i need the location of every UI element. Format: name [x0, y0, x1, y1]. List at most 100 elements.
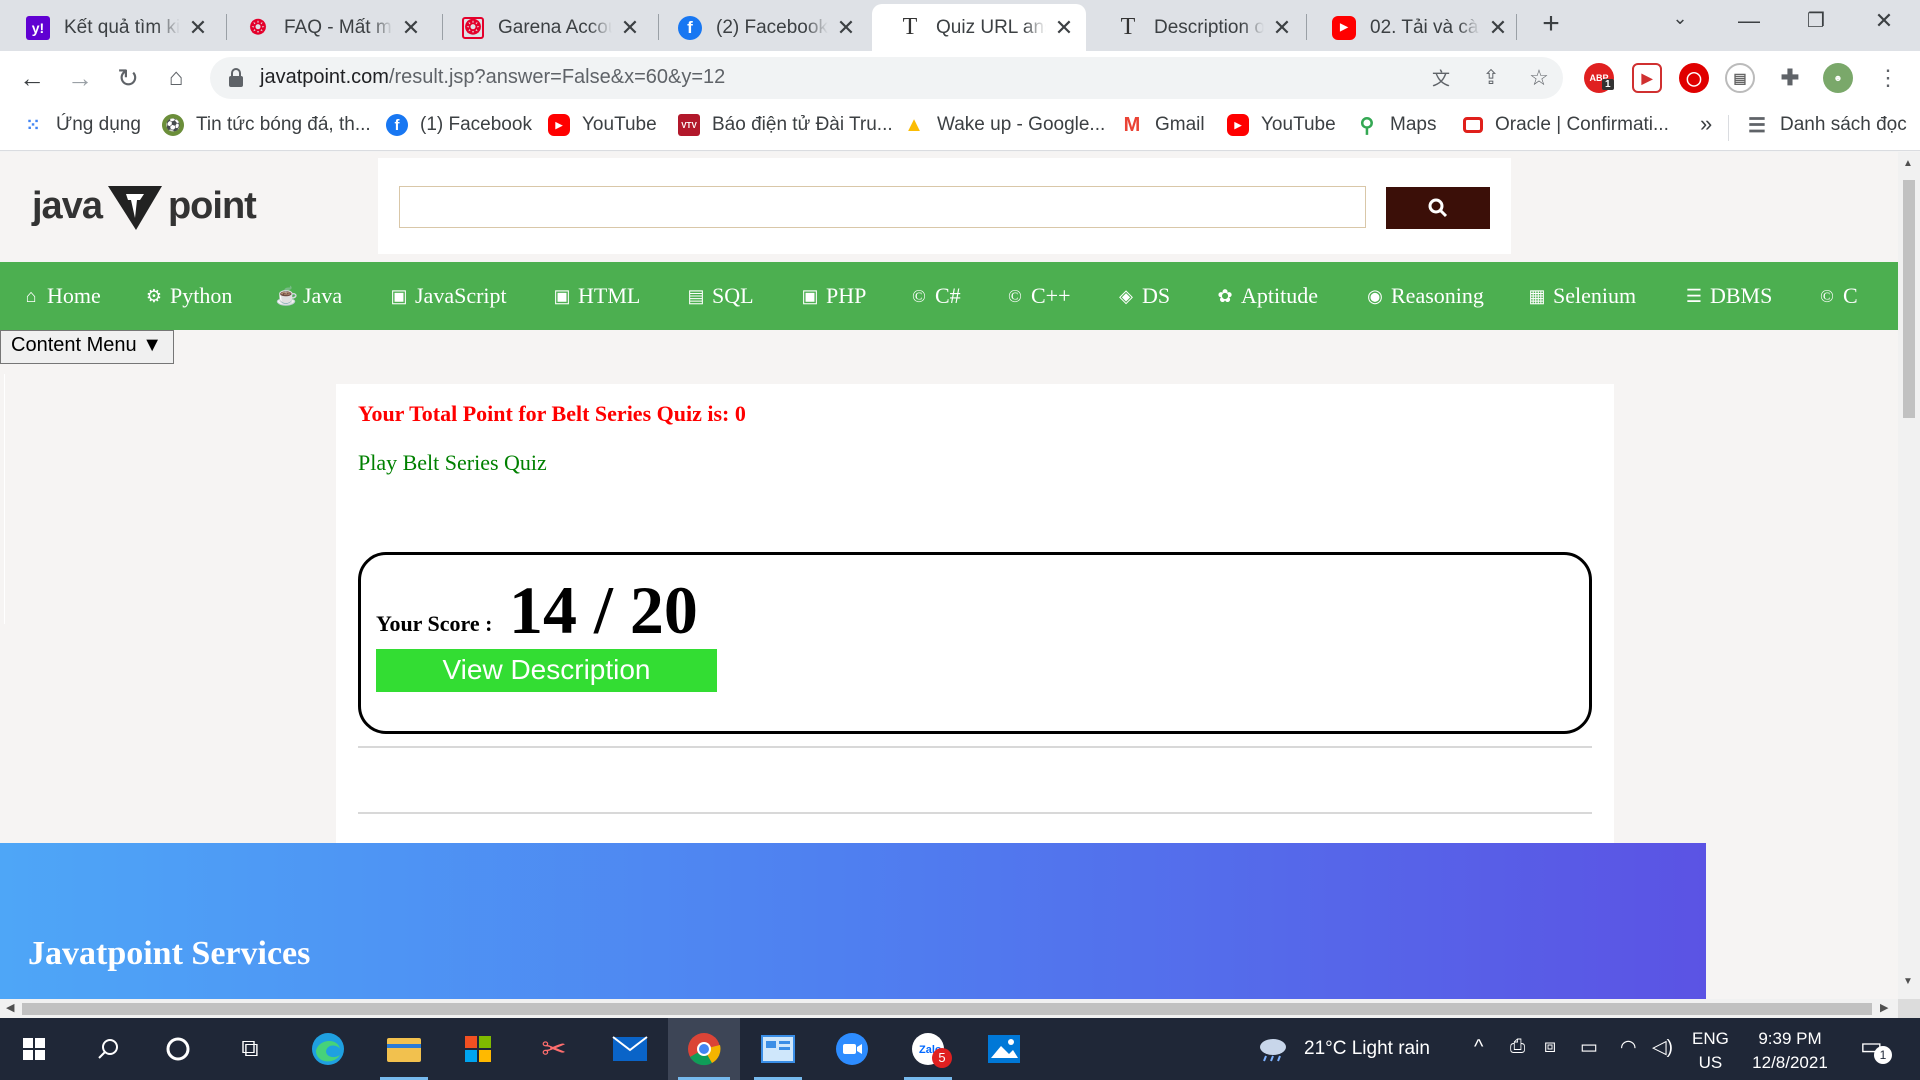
bookmark-apps[interactable]: ⁙ Ứng dụng [22, 114, 140, 136]
nav-cpp[interactable]: © C++ [1006, 262, 1070, 330]
scroll-left-icon[interactable]: ◀ [6, 1001, 14, 1014]
play-quiz-link[interactable]: Play Belt Series Quiz [358, 450, 547, 476]
chrome-taskbar-icon[interactable] [668, 1018, 740, 1080]
nav-ds[interactable]: ◈ DS [1117, 262, 1170, 330]
bookmark-google-drive[interactable]: ▲ Wake up - Google... [903, 114, 1105, 136]
extensions-puzzle-icon[interactable]: ✚ [1775, 63, 1805, 93]
search-input[interactable] [399, 186, 1366, 228]
back-icon[interactable]: ← [16, 62, 48, 94]
zoom-icon[interactable] [818, 1018, 886, 1080]
bookmark-news[interactable]: ⚽ Tin tức bóng đá, th... [162, 114, 371, 136]
bookmark-vtv[interactable]: VTV Báo điện tử Đài Tru... [678, 114, 893, 136]
start-button[interactable] [0, 1018, 68, 1080]
notification-badge: 1 [1874, 1046, 1892, 1064]
weather-widget[interactable]: 21°C Light rain [1256, 1018, 1430, 1080]
tab-faq[interactable]: ❂ FAQ - Mất mật khẩu ✕ [220, 4, 433, 51]
search-button[interactable] [1386, 187, 1490, 229]
notification-center-icon[interactable]: ▭ 1 [1860, 1032, 1892, 1064]
nav-dbms[interactable]: ☰ DBMS [1685, 262, 1772, 330]
nav-csharp[interactable]: © C# [910, 262, 961, 330]
site-logo[interactable]: java point [32, 180, 257, 232]
bookmark-gmail[interactable]: M Gmail [1121, 114, 1205, 136]
bookmark-maps[interactable]: ⚲ Maps [1356, 114, 1437, 137]
window-close-icon[interactable]: ✕ [1864, 8, 1904, 34]
new-tab-button[interactable]: + [1536, 9, 1566, 40]
task-view-icon[interactable]: ⧉ [216, 1018, 284, 1080]
mail-icon[interactable] [596, 1018, 664, 1080]
photos-icon[interactable] [970, 1018, 1038, 1080]
nav-c[interactable]: © C [1818, 262, 1858, 330]
control-panel-icon[interactable] [744, 1018, 812, 1080]
bookmark-facebook[interactable]: f (1) Facebook [386, 114, 532, 136]
close-icon[interactable]: ✕ [834, 15, 858, 41]
file-explorer-icon[interactable] [370, 1018, 438, 1080]
nav-home[interactable]: ⌂ Home [22, 262, 101, 330]
ublock-icon[interactable]: ◯ [1679, 63, 1709, 93]
nav-html[interactable]: ▣ HTML [553, 262, 640, 330]
reload-icon[interactable]: ↻ [112, 62, 144, 94]
close-icon[interactable]: ✕ [1270, 15, 1294, 41]
microsoft-store-icon[interactable] [444, 1018, 512, 1080]
nav-php[interactable]: ▣ PHP [801, 262, 866, 330]
adblock-icon[interactable]: ABP 1 [1584, 63, 1614, 93]
cortana-icon[interactable] [144, 1018, 212, 1080]
tab-yahoo[interactable]: y! Kết quả tìm kiếm ✕ [0, 4, 220, 51]
scroll-up-icon[interactable]: ▲ [1903, 158, 1913, 169]
meet-now-icon[interactable]: ⎙ [1510, 1036, 1525, 1058]
close-icon[interactable]: ✕ [186, 15, 210, 41]
wifi-icon[interactable]: ◠ [1620, 1036, 1637, 1059]
tab-search-icon[interactable]: ⌄ [1660, 8, 1700, 29]
nav-sql[interactable]: ▤ SQL [687, 262, 753, 330]
vertical-scrollbar[interactable]: ▲ ▼ [1898, 152, 1920, 999]
nav-javascript[interactable]: ▣ JavaScript [390, 262, 506, 330]
zalo-icon[interactable]: Zalo 5 [894, 1018, 962, 1080]
show-hidden-icons[interactable]: ^ [1474, 1036, 1483, 1059]
close-icon[interactable]: ✕ [1486, 15, 1510, 41]
nav-reasoning[interactable]: ◉ Reasoning [1366, 262, 1484, 330]
horizontal-scrollbar[interactable]: ◀ ▶ [0, 999, 1898, 1018]
scroll-down-icon[interactable]: ▼ [1903, 976, 1913, 987]
tab-garena[interactable]: ❂ Garena Account ✕ [436, 4, 652, 51]
battery-icon[interactable]: ▭ [1580, 1036, 1598, 1059]
bookmark-youtube[interactable]: ▶ YouTube [548, 114, 657, 136]
restore-icon[interactable]: ❐ [1796, 8, 1836, 33]
tab-youtube[interactable]: ▶ 02. Tải và cài đặt ✕ [1306, 4, 1520, 51]
snipping-tool-icon[interactable]: ✂ [520, 1018, 588, 1080]
tab-description[interactable]: T Description of Quiz ✕ [1090, 4, 1304, 51]
tab-quiz-url-answer[interactable]: T Quiz URL answer ✕ [872, 4, 1086, 51]
scroll-right-icon[interactable]: ▶ [1880, 1001, 1888, 1014]
forward-icon[interactable]: → [64, 62, 96, 94]
home-icon[interactable]: ⌂ [160, 62, 192, 94]
bookmark-star-icon[interactable]: ☆ [1526, 65, 1552, 91]
address-bar[interactable]: javatpoint.com/result.jsp?answer=False&x… [210, 57, 1563, 99]
reading-list[interactable]: ☰ Danh sách đọc [1746, 114, 1907, 137]
nav-java[interactable]: ☕ Java [276, 262, 342, 330]
bookmark-youtube-2[interactable]: ▶ YouTube [1227, 114, 1336, 136]
extension-page-icon[interactable]: ▤ [1725, 63, 1755, 93]
close-icon[interactable]: ✕ [399, 15, 423, 41]
screenshot-tray-icon[interactable]: ⧈ [1544, 1036, 1556, 1058]
more-menu-icon[interactable]: ⋮ [1872, 62, 1904, 94]
volume-icon[interactable]: ◁) [1652, 1036, 1673, 1059]
share-icon[interactable]: ⇪ [1478, 65, 1504, 91]
search-taskbar-icon[interactable] [74, 1018, 142, 1080]
tab-facebook[interactable]: f (2) Facebook ✕ [652, 4, 868, 51]
minimize-icon[interactable]: — [1729, 8, 1769, 34]
input-language[interactable]: ENG US [1692, 1027, 1729, 1075]
bookmarks-overflow-button[interactable]: » [1700, 111, 1712, 137]
close-icon[interactable]: ✕ [1052, 15, 1076, 41]
close-icon[interactable]: ✕ [618, 15, 642, 41]
scroll-thumb[interactable] [22, 1003, 1872, 1015]
nav-aptitude[interactable]: ✿ Aptitude [1216, 262, 1318, 330]
profile-avatar[interactable]: ☻ [1823, 63, 1853, 93]
nav-python[interactable]: ⚙ Python [145, 262, 232, 330]
nav-selenium[interactable]: ▦ Selenium [1528, 262, 1636, 330]
scroll-thumb[interactable] [1903, 180, 1915, 418]
view-description-button[interactable]: View Description [376, 649, 717, 692]
content-menu-button[interactable]: Content Menu ▼ [0, 330, 174, 364]
bookmark-oracle[interactable]: Oracle | Confirmati... [1463, 114, 1669, 136]
clock[interactable]: 9:39 PM 12/8/2021 [1746, 1027, 1834, 1075]
translate-icon[interactable]: 文 [1428, 65, 1454, 91]
video-extension-icon[interactable]: ▶ [1632, 63, 1662, 93]
edge-icon[interactable] [294, 1018, 362, 1080]
